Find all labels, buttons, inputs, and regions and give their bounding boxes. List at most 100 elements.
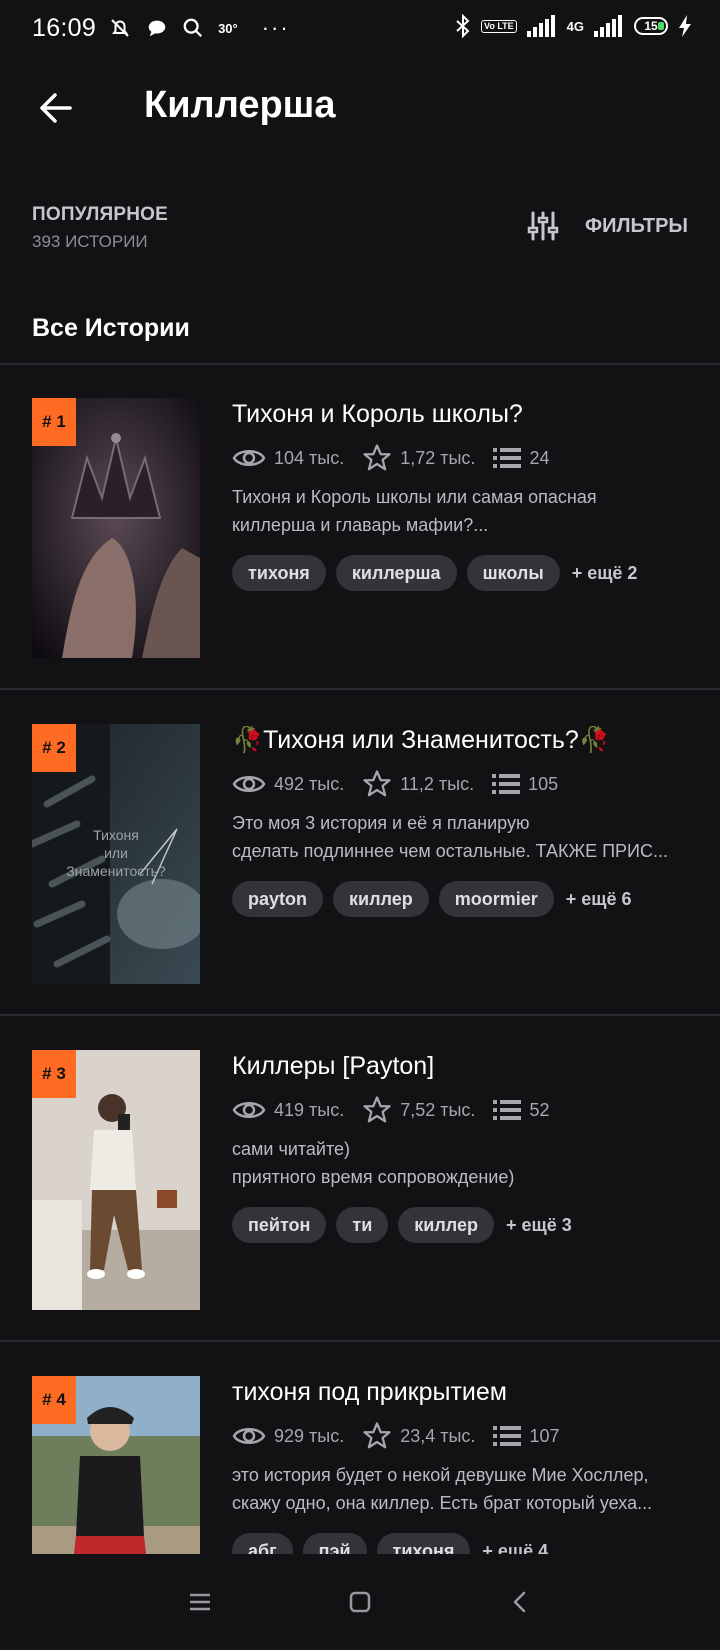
- eye-icon: [232, 776, 266, 792]
- tag-chip[interactable]: школы: [466, 555, 560, 591]
- votes-count: 7,52 тыс.: [400, 1099, 476, 1120]
- star-icon: [363, 1096, 391, 1123]
- story-stats: 104 тыс. 1,72 тыс. 24: [232, 443, 692, 473]
- svg-text:Знаменитость?: Знаменитость?: [66, 863, 166, 879]
- story-stats: 419 тыс. 7,52 тыс. 52: [232, 1095, 692, 1125]
- sliders-icon: [527, 211, 559, 241]
- tag-chip[interactable]: пейтон: [232, 1207, 327, 1243]
- section-title: Все Истории: [32, 314, 190, 342]
- home-button[interactable]: [340, 1582, 380, 1622]
- parts-count: 24: [529, 447, 550, 468]
- filters-label: ФИЛЬТРЫ: [585, 214, 688, 237]
- page-title: Киллерша: [144, 84, 336, 126]
- votes-count: 1,72 тыс.: [400, 447, 476, 468]
- story-item[interactable]: Тихоня или Знаменитость? # 2 🥀Тихоня или…: [0, 690, 720, 1016]
- tag-chip[interactable]: абг: [232, 1533, 293, 1554]
- votes-count: 23,4 тыс.: [400, 1425, 476, 1446]
- list-icon: [493, 1100, 522, 1120]
- tag-chip[interactable]: тихоня: [232, 555, 326, 591]
- story-description: сами читайте) приятного время сопровожде…: [232, 1139, 515, 1187]
- search-icon: [183, 18, 203, 38]
- story-description: Это моя 3 история и её я планирую сделат…: [232, 813, 668, 861]
- app-header: Киллерша: [0, 70, 720, 144]
- charging-icon: [679, 15, 691, 37]
- story-item[interactable]: ТИХОНЯ ПОД # 4 тихоня под прикрытием 929…: [0, 1342, 720, 1554]
- reads-count: 492 тыс.: [274, 773, 345, 794]
- system-navigation-bar: [0, 1554, 720, 1650]
- back-button[interactable]: [36, 88, 76, 128]
- reads-count: 104 тыс.: [274, 447, 345, 468]
- volte-badge: Vo LTE: [480, 19, 517, 33]
- signal-icon-2: [594, 15, 622, 37]
- svg-text:Тихоня: Тихоня: [93, 827, 139, 843]
- parts-count: 105: [528, 773, 559, 794]
- battery-icon: 15: [634, 17, 668, 35]
- tag-chip[interactable]: киллер: [333, 881, 429, 917]
- signal-icon: [526, 15, 555, 37]
- chevron-left-icon: [513, 1591, 526, 1613]
- temperature: 30°: [218, 20, 238, 36]
- story-cover[interactable]: # 1: [32, 398, 200, 658]
- rank-badge: # 3: [32, 1050, 76, 1098]
- tag-list: абг пэй тихоня + ещё 4: [232, 1533, 692, 1554]
- more-notifications-icon: ···: [261, 15, 290, 40]
- story-title[interactable]: 🥀Тихоня или Знаменитость?🥀: [232, 726, 692, 755]
- back-nav-button[interactable]: [500, 1582, 540, 1622]
- square-icon: [349, 1591, 371, 1613]
- arrow-left-icon: [40, 93, 72, 123]
- parts-count: 52: [529, 1099, 550, 1120]
- story-stats: 492 тыс. 11,2 тыс. 105: [232, 769, 692, 799]
- bell-muted-icon: [111, 19, 129, 37]
- sort-filter-row: ПОПУЛЯРНОЕ 393 ИСТОРИИ ФИЛЬТРЫ: [32, 204, 688, 260]
- filters-button[interactable]: ФИЛЬТРЫ: [527, 210, 688, 242]
- tag-list: пейтон ти киллер + ещё 3: [232, 1207, 692, 1243]
- parts-count: 107: [529, 1425, 560, 1446]
- story-item[interactable]: # 3 Киллеры [Payton] 419 тыс. 7,52 тыс. …: [0, 1016, 720, 1342]
- svg-text:или: или: [104, 845, 128, 861]
- more-tags-link[interactable]: + ещё 6: [566, 889, 632, 910]
- story-title[interactable]: Тихоня и Король школы?: [232, 400, 692, 429]
- story-title[interactable]: тихоня под прикрытием: [232, 1378, 692, 1407]
- rank-badge: # 4: [32, 1376, 76, 1424]
- story-stats: 929 тыс. 23,4 тыс. 107: [232, 1421, 692, 1451]
- story-item[interactable]: # 1 Тихоня и Король школы? 104 тыс. 1,72…: [0, 364, 720, 690]
- more-tags-link[interactable]: + ещё 4: [482, 1541, 548, 1555]
- eye-icon: [232, 450, 266, 466]
- reads-count: 419 тыс.: [274, 1099, 345, 1120]
- story-description: это история будет о некой девушке Мие Хо…: [232, 1465, 653, 1513]
- list-icon: [493, 1426, 522, 1446]
- story-cover[interactable]: Тихоня или Знаменитость? # 2: [32, 724, 200, 984]
- tag-chip[interactable]: тихоня: [376, 1533, 471, 1554]
- story-title[interactable]: Киллеры [Payton]: [232, 1052, 692, 1081]
- tag-chip[interactable]: ти: [336, 1207, 389, 1243]
- list-icon: [493, 448, 522, 468]
- tag-chip[interactable]: киллерша: [335, 555, 457, 591]
- tag-chip[interactable]: пэй: [302, 1533, 367, 1554]
- tag-chip[interactable]: moormier: [438, 881, 554, 917]
- reads-count: 929 тыс.: [274, 1425, 345, 1446]
- story-cover[interactable]: # 3: [32, 1050, 200, 1310]
- votes-count: 11,2 тыс.: [400, 773, 475, 794]
- eye-icon: [232, 1428, 266, 1444]
- story-cover[interactable]: ТИХОНЯ ПОД # 4: [32, 1376, 200, 1554]
- tag-list: тихоня киллерша школы + ещё 2: [232, 555, 692, 591]
- rank-badge: # 1: [32, 398, 76, 446]
- status-time: 16:09: [32, 13, 97, 42]
- story-list[interactable]: # 1 Тихоня и Король школы? 104 тыс. 1,72…: [0, 364, 720, 1554]
- menu-icon: [190, 1593, 210, 1611]
- list-icon: [492, 774, 521, 794]
- star-icon: [363, 770, 391, 797]
- more-tags-link[interactable]: + ещё 3: [506, 1215, 572, 1236]
- star-icon: [363, 1422, 391, 1449]
- network-type: 4G: [566, 18, 584, 34]
- menu-button[interactable]: [180, 1582, 220, 1622]
- rank-badge: # 2: [32, 724, 76, 772]
- tag-chip[interactable]: payton: [232, 881, 324, 917]
- status-bar: 16:09 30° ··· Vo LTE 4G 15: [0, 0, 720, 56]
- star-icon: [363, 444, 391, 471]
- tag-list: payton киллер moormier + ещё 6: [232, 881, 692, 917]
- more-tags-link[interactable]: + ещё 2: [572, 563, 638, 584]
- tag-chip[interactable]: киллер: [398, 1207, 495, 1243]
- eye-icon: [232, 1102, 266, 1118]
- chat-icon: [148, 20, 166, 37]
